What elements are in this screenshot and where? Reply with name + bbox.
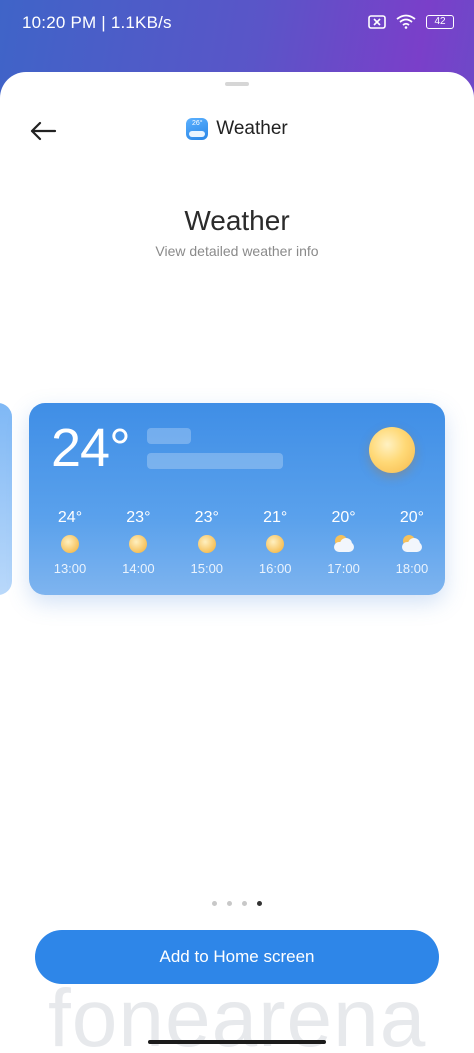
widget-subtitle: View detailed weather info — [155, 243, 319, 259]
condition-placeholder — [147, 453, 283, 469]
forecast-item: 21° 16:00 — [250, 509, 300, 576]
forecast-temp: 23° — [126, 509, 151, 526]
sun-icon — [129, 535, 148, 553]
partly-cloudy-icon — [400, 535, 424, 553]
page-dot[interactable] — [227, 901, 232, 906]
widget-title: Weather — [184, 205, 290, 236]
page-indicator — [0, 901, 474, 906]
forecast-time: 15:00 — [190, 561, 224, 576]
status-bar: 10:20 PM | 1.1KB/s 42 — [0, 0, 474, 50]
status-icons: 42 — [368, 14, 454, 29]
forecast-time: 16:00 — [258, 561, 292, 576]
home-indicator[interactable] — [148, 1040, 326, 1044]
forecast-item: 20° 17:00 — [319, 509, 369, 576]
hourly-forecast: 24° 13:00 23° 14:00 23° 15:00 21° 16:00 … — [45, 509, 437, 576]
forecast-time: 14:00 — [122, 561, 155, 576]
wifi-icon — [396, 14, 416, 29]
weather-app-icon: 26° — [186, 118, 209, 140]
forecast-temp: 20° — [331, 509, 356, 526]
forecast-item: 23° 14:00 — [113, 509, 163, 576]
add-to-home-screen-button[interactable]: Add to Home screen — [35, 930, 439, 984]
forecast-time: 13:00 — [53, 561, 87, 576]
page-dot[interactable] — [212, 901, 217, 906]
forecast-temp: 23° — [194, 509, 219, 526]
forecast-temp: 24° — [57, 509, 83, 526]
forecast-temp: 20° — [399, 509, 425, 526]
widget-sheet: 26° Weather Weather View detailed weathe… — [0, 72, 474, 1053]
battery-level: 42 — [434, 15, 446, 27]
forecast-item: 20° 18:00 — [387, 509, 437, 576]
sun-icon — [61, 535, 79, 553]
partly-cloudy-icon — [332, 535, 356, 553]
location-placeholder — [147, 428, 191, 444]
app-icon-temp: 26° — [191, 120, 203, 127]
drag-handle[interactable] — [225, 82, 249, 86]
forecast-time: 17:00 — [327, 561, 360, 576]
forecast-temp: 21° — [263, 509, 288, 526]
sun-icon — [266, 535, 285, 553]
sim-off-icon — [368, 14, 386, 29]
sun-icon — [369, 427, 415, 473]
page-dot-active[interactable] — [257, 901, 262, 906]
sun-icon — [197, 535, 216, 553]
forecast-time: 18:00 — [395, 561, 429, 576]
battery-icon: 42 — [426, 14, 454, 29]
weather-widget-preview[interactable]: 24° 24° 13:00 23° 14:00 23° 15:00 21° 16… — [29, 403, 445, 595]
forecast-item: 23° 15:00 — [182, 509, 232, 576]
header: 26° Weather — [0, 118, 474, 140]
forecast-item: 24° 13:00 — [45, 509, 95, 576]
header-title: Weather — [216, 118, 288, 139]
page-dot[interactable] — [242, 901, 247, 906]
current-temperature: 24° — [51, 418, 131, 478]
previous-widget-preview[interactable] — [0, 403, 12, 595]
status-time: 10:20 PM | 1.1KB/s — [22, 13, 172, 32]
